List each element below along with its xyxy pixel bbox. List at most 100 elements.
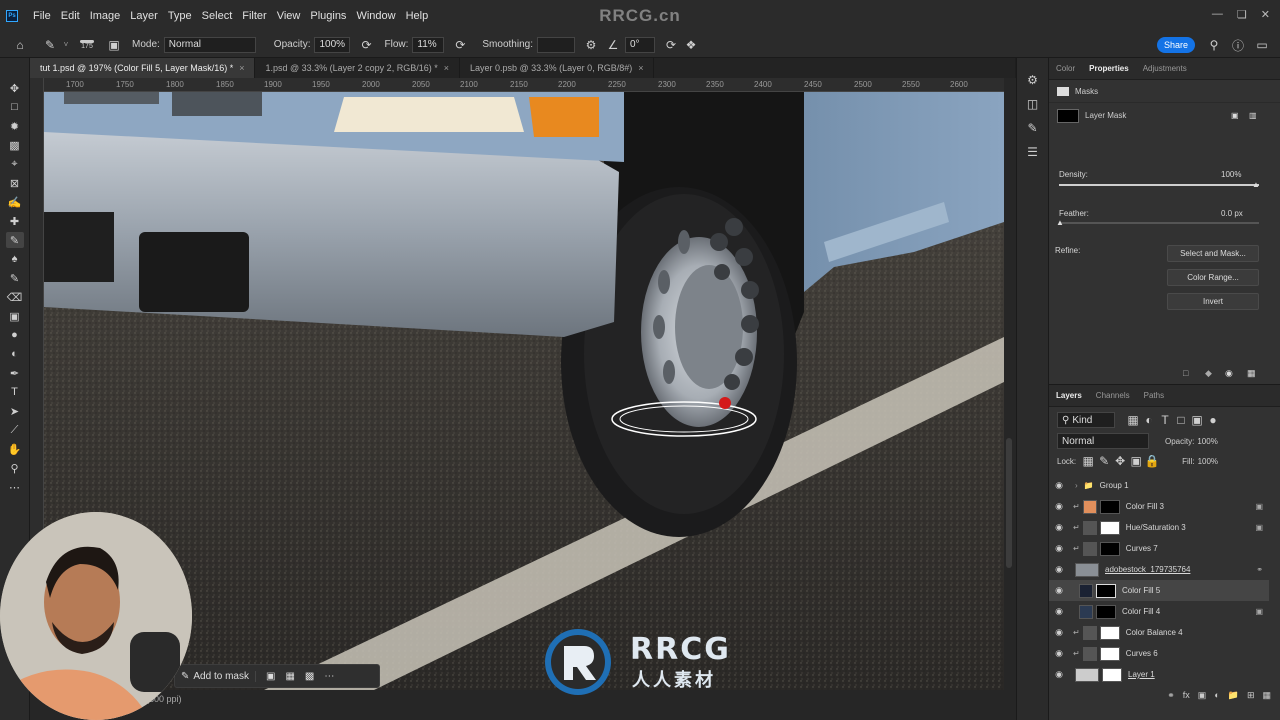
new-adjustment-icon[interactable]: ◐ [1214, 690, 1219, 700]
layer-row[interactable]: ◉ › 📁 Group 1 [1049, 475, 1269, 496]
filter-shape-icon[interactable]: □ [1173, 412, 1189, 428]
mask-fill-icon[interactable]: ▩ [305, 671, 314, 682]
mask-thumbnail[interactable] [1099, 541, 1120, 556]
slider-handle-icon[interactable]: ▲ [1056, 218, 1064, 227]
angle-input[interactable]: 0° [624, 36, 655, 53]
history-icon[interactable]: ⚙ [1025, 72, 1041, 88]
add-mask-icon[interactable]: ▣ [1198, 690, 1207, 701]
mask-thumbnail[interactable] [1099, 625, 1120, 640]
pixel-mask-icon[interactable]: ▣ [1231, 111, 1239, 120]
lock-transparent-icon[interactable]: ▦ [1080, 453, 1096, 469]
brush-tool-icon[interactable]: ✎ [42, 37, 58, 53]
type-tool-icon[interactable]: T [6, 384, 24, 400]
filter-adjustment-icon[interactable]: ◐ [1141, 412, 1157, 428]
more-tools-icon[interactable]: ⋯ [6, 479, 24, 495]
add-to-mask-button[interactable]: ✎ Add to mask [181, 670, 256, 682]
eye-icon[interactable]: ◉ [1049, 648, 1069, 659]
eye-icon[interactable]: ◉ [1049, 627, 1069, 638]
filter-type-icon[interactable]: T [1157, 412, 1173, 428]
tab-color[interactable]: Color [1049, 58, 1082, 80]
comments-icon[interactable]: ◫ [1025, 96, 1041, 112]
restore-icon[interactable]: ❏ [1237, 8, 1247, 21]
filter-pixel-icon[interactable]: ▦ [1125, 412, 1141, 428]
layer-row-selected[interactable]: ◉ Color Fill 5 [1049, 580, 1269, 601]
gear-icon[interactable]: ⚙ [583, 37, 599, 53]
filter-kind-select[interactable]: ⚲ Kind [1057, 412, 1115, 428]
scroll-thumb[interactable] [1006, 438, 1012, 568]
panel-footer-icon[interactable]: □ [1183, 368, 1188, 378]
new-layer-icon[interactable]: ⊞ [1247, 690, 1255, 701]
tab-paths[interactable]: Paths [1137, 385, 1171, 407]
layer-row[interactable]: ◉ Color Fill 4 ▣ [1049, 601, 1269, 622]
layer-row[interactable]: ◉ Layer 1 [1049, 664, 1269, 685]
marquee-tool-icon[interactable]: □ [6, 99, 24, 115]
select-and-mask-button[interactable]: Select and Mask... [1167, 245, 1259, 262]
pen-tool-icon[interactable]: ✒ [6, 365, 24, 381]
pressure-opacity-icon[interactable]: ⟳ [358, 37, 374, 53]
line-tool-icon[interactable]: ⟋ [6, 422, 24, 438]
move-tool-icon[interactable]: ✥ [6, 80, 24, 96]
layer-row[interactable]: ◉ ↵ Curves 7 [1049, 538, 1269, 559]
tab-properties[interactable]: Properties [1082, 58, 1136, 80]
help-icon[interactable]: ⓘ [1230, 37, 1246, 53]
workspace-icon[interactable]: ▭ [1254, 37, 1270, 53]
lasso-tool-icon[interactable]: ✹ [6, 118, 24, 134]
search-icon[interactable]: ⚲ [1206, 37, 1222, 53]
ruler-horizontal[interactable]: 1700 1750 1800 1850 1900 1950 2000 2050 … [44, 78, 1004, 92]
lock-artboard-icon[interactable]: ▣ [1128, 453, 1144, 469]
filter-toggle-icon[interactable]: ● [1205, 412, 1221, 428]
blend-mode-select[interactable]: Normal [1057, 433, 1149, 449]
delete-icon[interactable]: ▦ [1247, 368, 1256, 379]
close-tab-icon[interactable]: × [638, 63, 643, 73]
tab-layers[interactable]: Layers [1049, 385, 1089, 407]
opacity-input[interactable]: 100% [314, 36, 351, 53]
chevron-right-icon[interactable]: › [1075, 481, 1078, 490]
frame-tool-icon[interactable]: ⊠ [6, 175, 24, 191]
lock-all-icon[interactable]: 🔒 [1144, 453, 1160, 469]
filter-smart-icon[interactable]: ▣ [1189, 412, 1205, 428]
apply-mask-icon[interactable]: ◆ [1205, 368, 1212, 379]
brush-settings-icon[interactable]: ✎ [1025, 120, 1041, 136]
healing-tool-icon[interactable]: ✚ [6, 213, 24, 229]
more-options-icon[interactable]: ⋯ [324, 671, 334, 682]
vector-mask-icon[interactable]: ▥ [1249, 111, 1257, 120]
tab-adjustments[interactable]: Adjustments [1136, 58, 1194, 80]
layer-opacity-value[interactable]: 100% [1197, 437, 1217, 446]
eye-icon[interactable]: ◉ [1049, 564, 1069, 575]
lock-image-icon[interactable]: ✎ [1096, 453, 1112, 469]
mask-invert-icon[interactable]: ▦ [285, 671, 294, 682]
mask-thumbnail[interactable] [1096, 583, 1116, 598]
history-brush-icon[interactable]: ✎ [6, 270, 24, 286]
layer-row[interactable]: ◉ ↵ Color Balance 4 [1049, 622, 1269, 643]
eye-icon[interactable]: ◉ [1049, 669, 1069, 680]
mask-thumbnail[interactable] [1096, 604, 1116, 619]
eye-icon[interactable]: ◉ [1049, 585, 1069, 596]
new-group-icon[interactable]: 📁 [1228, 690, 1239, 701]
mask-thumbnail[interactable] [1102, 667, 1122, 682]
link-layers-icon[interactable]: ⚭ [1167, 690, 1175, 701]
symmetry-icon[interactable]: ❖ [683, 37, 699, 53]
tab-channels[interactable]: Channels [1089, 385, 1137, 407]
visibility-icon[interactable]: ◉ [1225, 368, 1233, 379]
invert-button[interactable]: Invert [1167, 293, 1259, 310]
hand-tool-icon[interactable]: ✋ [6, 441, 24, 457]
density-value[interactable]: 100% [1221, 170, 1241, 179]
tab-tut1[interactable]: tut 1.psd @ 197% (Color Fill 5, Layer Ma… [30, 58, 256, 78]
eye-icon[interactable]: ◉ [1049, 501, 1069, 512]
home-icon[interactable]: ⌂ [12, 37, 28, 53]
crop-tool-icon[interactable]: ⌖ [6, 156, 24, 172]
minimize-icon[interactable]: — [1212, 8, 1223, 21]
layer-mask-thumbnail[interactable] [1057, 108, 1079, 123]
feather-value[interactable]: 0.0 px [1221, 209, 1243, 218]
delete-layer-icon[interactable]: ▦ [1262, 690, 1271, 701]
vertical-scrollbar[interactable] [1004, 78, 1016, 690]
airbrush-icon[interactable]: ⟳ [452, 37, 468, 53]
mask-option-icon[interactable]: ▣ [266, 671, 275, 682]
close-icon[interactable]: ✕ [1261, 8, 1270, 21]
mask-thumbnail[interactable] [1099, 520, 1120, 535]
mask-thumbnail[interactable] [1099, 646, 1120, 661]
fx-icon[interactable]: fx [1183, 690, 1190, 700]
color-range-button[interactable]: Color Range... [1167, 269, 1259, 286]
eye-icon[interactable]: ◉ [1049, 522, 1069, 533]
share-button[interactable]: Share [1157, 37, 1195, 53]
